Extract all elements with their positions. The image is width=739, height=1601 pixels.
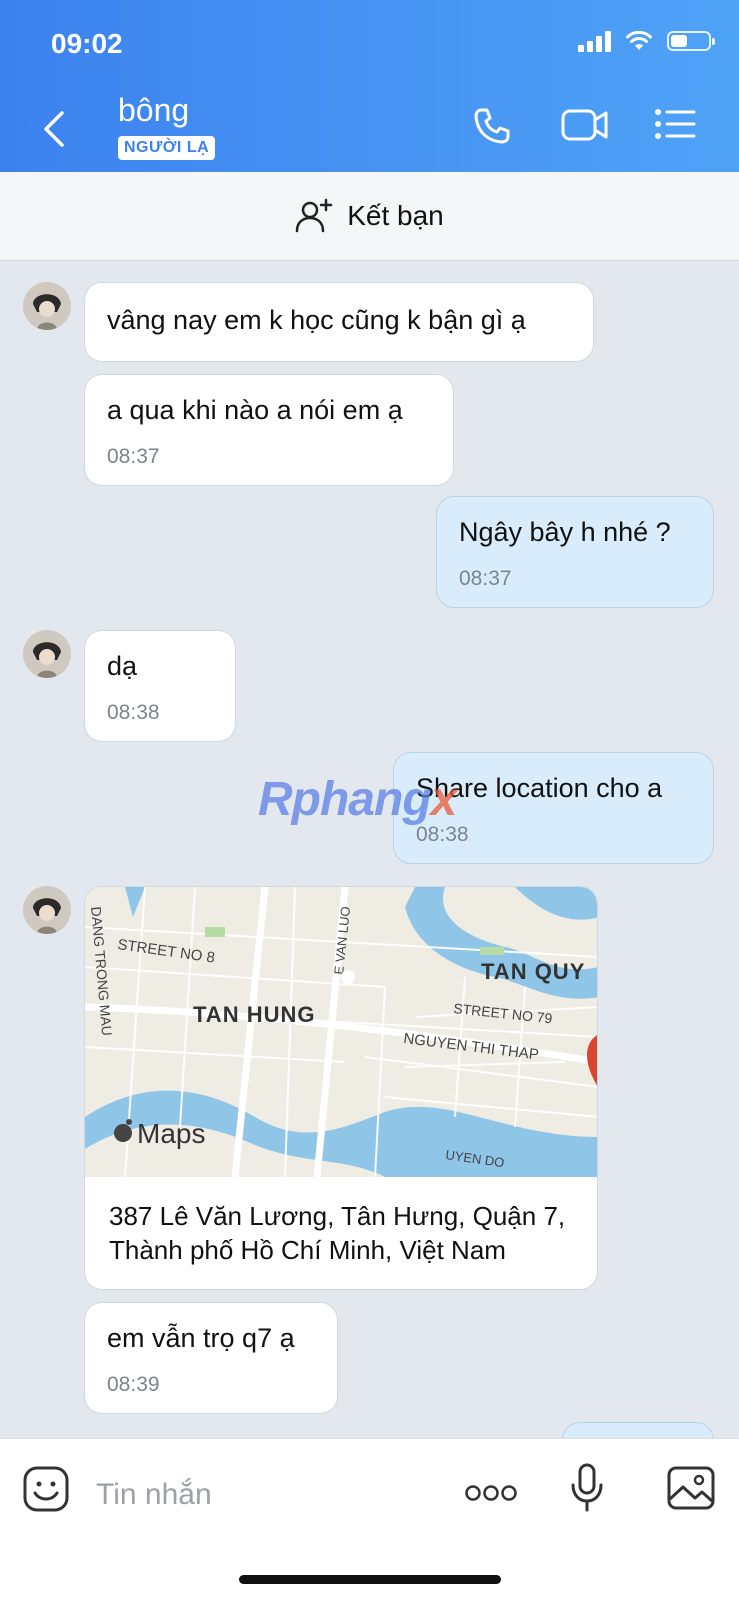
video-call-icon[interactable] bbox=[560, 106, 610, 144]
message-text: Ngây bây h nhé ? bbox=[459, 517, 671, 547]
watermark: Rphangx bbox=[258, 773, 457, 826]
more-icon[interactable] bbox=[464, 1483, 518, 1503]
microphone-icon[interactable] bbox=[570, 1463, 604, 1513]
map-label: TAN HUNG bbox=[193, 1002, 315, 1027]
chat-header: 09:02 bông NGƯỜI LẠ bbox=[0, 0, 739, 172]
message-text: a qua khi nào a nói em ạ bbox=[107, 395, 403, 425]
avatar[interactable] bbox=[23, 630, 71, 678]
add-friend-label: Kết bạn bbox=[347, 200, 444, 231]
svg-text:Maps: Maps bbox=[137, 1118, 205, 1149]
message-time: 08:38 bbox=[107, 701, 160, 724]
message-time: 08:37 bbox=[459, 567, 512, 590]
menu-icon[interactable] bbox=[654, 106, 696, 142]
sticker-icon[interactable] bbox=[22, 1465, 70, 1513]
message-text: em vẫn trọ q7 ạ bbox=[107, 1323, 295, 1353]
phone-icon[interactable] bbox=[472, 106, 512, 146]
message-time: 08:37 bbox=[107, 445, 160, 468]
back-icon[interactable] bbox=[40, 110, 66, 148]
location-card[interactable]: STREET NO 8 TAN HUNG TAN QUY STREET NO 7… bbox=[84, 886, 598, 1290]
battery-icon bbox=[667, 31, 715, 51]
message-bubble[interactable]: vâng nay em k học cũng k bận gì ạ bbox=[84, 282, 594, 362]
signal-icon bbox=[578, 30, 611, 52]
message-bubble[interactable]: a qua khi nào a nói em ạ 08:37 bbox=[84, 374, 454, 486]
add-user-icon bbox=[295, 198, 333, 233]
image-icon[interactable] bbox=[666, 1465, 716, 1511]
status-icons bbox=[578, 30, 715, 52]
avatar[interactable] bbox=[23, 282, 71, 330]
contact-name[interactable]: bông bbox=[118, 92, 189, 129]
message-time: 08:39 bbox=[107, 1373, 160, 1396]
home-indicator bbox=[239, 1575, 501, 1584]
avatar[interactable] bbox=[23, 886, 71, 934]
message-text: dạ bbox=[107, 651, 138, 681]
message-input[interactable] bbox=[94, 1469, 428, 1521]
composer-bar bbox=[0, 1438, 739, 1601]
status-time: 09:02 bbox=[51, 28, 123, 59]
location-address: 387 Lê Văn Lương, Tân Hưng, Quận 7, Thàn… bbox=[109, 1201, 566, 1265]
message-bubble[interactable]: dạ 08:38 bbox=[84, 630, 236, 742]
stranger-badge: NGƯỜI LẠ bbox=[118, 136, 216, 160]
message-bubble-mine[interactable]: Ngây bây h nhé ? 08:37 bbox=[436, 496, 714, 608]
map-label: TAN QUY bbox=[481, 959, 585, 984]
add-friend-button[interactable]: Kết bạn bbox=[0, 172, 739, 260]
message-text: vâng nay em k học cũng k bận gì ạ bbox=[107, 305, 526, 335]
map-preview[interactable]: STREET NO 8 TAN HUNG TAN QUY STREET NO 7… bbox=[85, 887, 597, 1177]
wifi-icon bbox=[626, 30, 652, 50]
message-bubble[interactable]: em vẫn trọ q7 ạ 08:39 bbox=[84, 1302, 338, 1414]
